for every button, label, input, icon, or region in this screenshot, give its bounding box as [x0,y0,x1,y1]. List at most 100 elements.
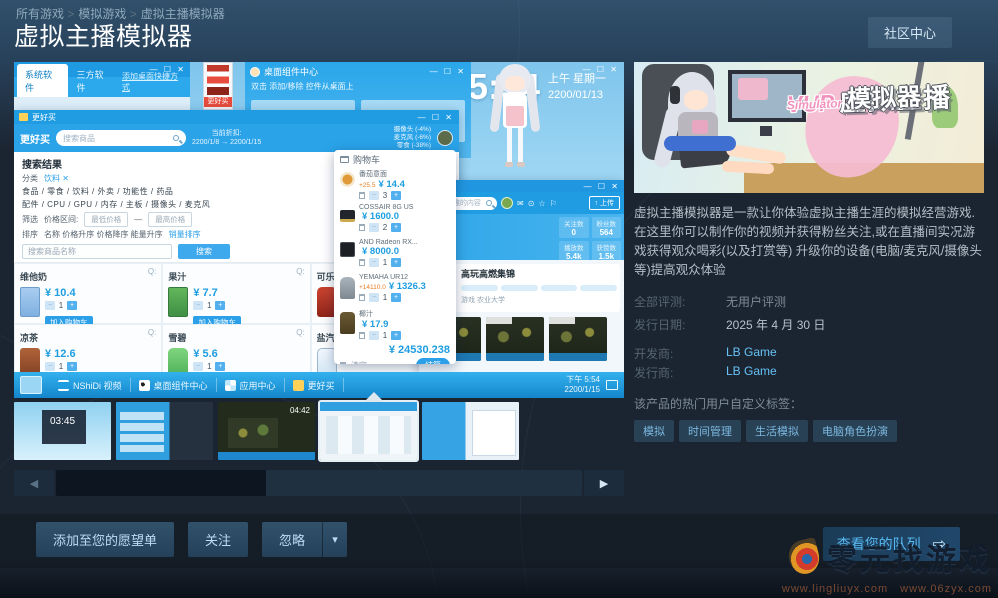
game-capsule-image: VUP 虚拟主播 Simulator 模拟器 [634,62,984,193]
cart-item-icon [340,312,355,334]
toolbar-icon: ☆ [538,199,545,208]
taskbar-item-icon [225,380,236,391]
next-arrow-button[interactable]: ▶ [584,470,624,496]
info-row-value[interactable]: 2025 年 4 月 30 日 [726,316,825,333]
thumbnail-scrollbar[interactable] [56,470,582,496]
screenshot-thumbnail[interactable]: 04:42 [218,402,315,460]
tag-chip[interactable]: 时间管理 [679,420,741,442]
category-label: 分类 [22,173,38,184]
headset-icon [670,86,680,104]
taskbar-items: NShiDi 视频 桌面组件中心 [50,378,344,392]
window-controls: — ☐ ✕ [418,113,454,122]
video-title: 高玩高燃集锦 [461,267,617,280]
search-button: 搜索 [178,244,230,259]
follow-button[interactable]: 关注 [188,522,248,557]
stat-chip: 关注数 0 [559,217,589,238]
tag-row: 模拟时间管理生活模拟电脑角色扮演 [634,420,984,442]
ignore-dropdown-button[interactable]: ▾ [322,522,347,557]
qty-value: 1 [381,293,389,302]
thumbnail-pager: ◀ ▶ [14,470,624,496]
tab-third-party: 三方软件 [68,64,119,97]
trash-icon [359,294,365,301]
scrollbar-handle[interactable] [266,470,582,496]
clear-cart-button: 清空 [340,360,367,364]
cart-item-price: ¥ 17.9 [362,319,388,330]
add-to-wishlist-button[interactable]: 添加至您的愿望单 [36,522,174,557]
qty-minus-button: − [369,191,379,200]
info-row: 开发商: LB Game [634,345,984,362]
ignore-button[interactable]: 忽略 [262,522,322,557]
cart-item-price: ¥ 14.4 [378,179,404,190]
game-description: 虚拟主播模拟器是一款让你体验虚拟主播生涯的模拟经营游戏.在这里你可以制作你的视频… [634,204,984,280]
shop-icon [19,113,28,121]
sort-label: 排序 [22,229,38,240]
info-row-value[interactable]: LB Game [726,345,777,362]
qty-plus-button: + [391,293,401,302]
screenshot-thumbnail[interactable] [116,402,213,460]
tag-chip[interactable]: 电脑角色扮演 [813,420,897,442]
game-taskbar: NShiDi 视频 桌面组件中心 [14,372,624,398]
cart-total: ¥ 24530.238 [340,344,450,356]
cart-item-icon [340,242,355,257]
sort-options: 名称 价格升序 价格降序 能量升序 [44,229,163,240]
energy-badge: Q: [148,267,156,276]
trash-icon [359,192,365,199]
qty-minus-button: − [369,331,379,340]
taskbar-item: NShiDi 视频 [50,379,130,392]
qty-plus-button: + [391,223,401,232]
main-screenshot[interactable]: — ☐ ✕ 05:54 上午 星期一 2200/01/13 应用中心 — ☐ ✕ [14,62,624,398]
checkout-button: 结算 [416,358,450,364]
charm-label: 更好买 [204,97,232,107]
page-title: 虚拟主播模拟器 [14,17,193,53]
tag-chip[interactable]: 生活模拟 [746,420,808,442]
notification-icon [606,380,618,390]
search-icon [486,200,492,206]
community-hub-button[interactable]: 社区中心 [868,17,952,48]
tag-chip[interactable]: 模拟 [634,420,674,442]
taskbar-item: 应用中心 [217,379,284,392]
product-name: 雪碧 [168,333,186,343]
qty-value: 1 [205,362,213,371]
qty-minus-button: − [193,362,203,371]
desktop-charm: 更好买 [203,62,233,110]
cart-panel: 购物车 番茄意面 +25.5 ¥ 14.4 [334,150,456,364]
cart-item-price: ¥ 1326.3 [389,281,426,292]
cart-item-name: YEMAHA UR12 [359,274,450,281]
product-name: 维他奶 [20,272,47,282]
product-search-input: 搜索商品名称 [22,244,172,259]
discount-info: 当前折扣: 2200/1/8 → 2200/1/15 [192,129,261,147]
cart-item-price: ¥ 8000.0 [362,246,399,257]
screenshot-thumbnail[interactable]: 03:45 [14,402,111,460]
toolbar-icon: ✉ [517,199,524,208]
info-row-value[interactable]: LB Game [726,364,777,381]
screenshot-thumbnail[interactable] [320,402,417,460]
shop-titlebar: 更好买 [32,112,56,123]
prev-arrow-button[interactable]: ◀ [14,470,54,496]
window-controls: — ☐ ✕ [430,67,466,76]
cart-item-name: 番茄意面 [359,169,450,179]
qty-value: 1 [205,301,213,310]
sort-active-option: 销量排序 [169,229,201,240]
shop-search-input: 搜索商品 [56,130,186,146]
cart-title: 购物车 [353,153,380,166]
taskbar-item: 桌面组件中心 [131,379,216,392]
info-row-value[interactable]: 无用户评测 [726,293,786,310]
cart-item: AND Radeon RX... ¥ 8000.0 − 1 + [340,239,450,271]
cart-item-name: AND Radeon RX... [359,239,450,246]
qty-value: 1 [57,362,65,371]
cart-item-icon [340,277,355,299]
screenshot-thumbnail[interactable] [422,402,519,460]
watermark: 零元找游戏 www.lingliuyx.com www.06zyx.com [782,535,992,596]
widget-center-title: 桌面组件中心 [264,65,318,78]
info-row-label: 发行日期: [634,316,726,333]
qty-minus-button: − [193,301,203,310]
video-item [549,317,607,361]
stat-chip: 粉丝数 564 [592,217,622,238]
clock-date: 2200/01/13 [548,87,622,103]
profile-stats: 关注数 0 粉丝数 564 播放数 5.4k [559,217,621,262]
cart-item: 椰汁 ¥ 17.9 − 1 + [340,309,450,341]
qty-minus-button: − [369,258,379,267]
add-shortcut-link: 添加桌面快捷方式 [120,67,187,97]
chibi-character [492,64,538,172]
qty-plus-button: + [67,362,77,371]
